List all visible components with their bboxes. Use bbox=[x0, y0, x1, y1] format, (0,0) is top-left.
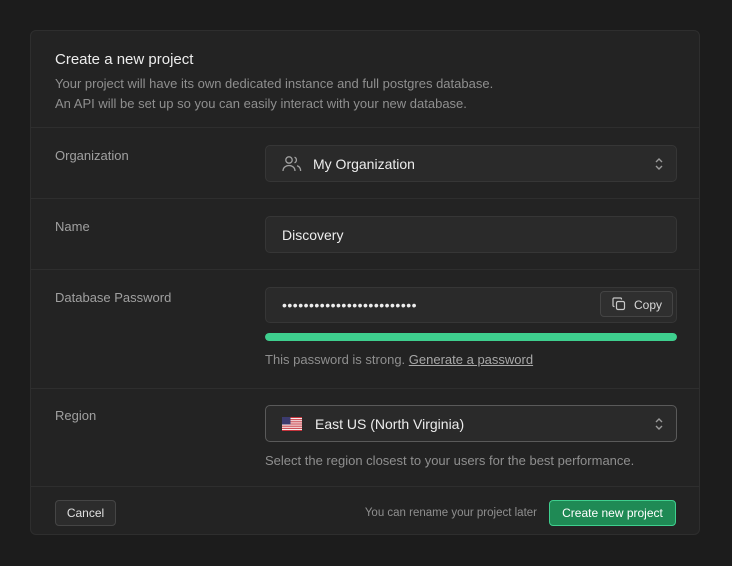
us-flag-icon bbox=[282, 417, 302, 434]
copy-button[interactable]: Copy bbox=[600, 291, 673, 317]
rename-note: You can rename your project later bbox=[364, 507, 537, 519]
organization-row: Organization My Organization bbox=[31, 128, 699, 199]
dialog-footer: Cancel You can rename your project later… bbox=[31, 487, 699, 534]
generate-password-link[interactable]: Generate a password bbox=[409, 352, 533, 367]
password-strength-fill bbox=[265, 333, 677, 341]
chevron-updown-icon bbox=[654, 156, 664, 172]
name-input[interactable]: Discovery bbox=[265, 216, 677, 253]
password-hint: This password is strong. Generate a pass… bbox=[265, 352, 533, 367]
region-hint: Select the region closest to your users … bbox=[265, 453, 635, 468]
region-select[interactable]: East US (North Virginia) bbox=[265, 405, 677, 442]
organization-value: My Organization bbox=[313, 156, 415, 172]
dialog-description-line2: An API will be set up so you can easily … bbox=[55, 96, 467, 111]
copy-label: Copy bbox=[634, 298, 663, 312]
name-value: Discovery bbox=[282, 227, 344, 243]
chevron-updown-icon bbox=[654, 416, 664, 432]
region-label: Region bbox=[55, 408, 97, 423]
name-label: Name bbox=[55, 219, 90, 234]
password-strength-bar bbox=[265, 333, 677, 341]
region-row: Region East US (North Virginia) Select t… bbox=[31, 389, 699, 487]
password-strength-text: This password is strong. bbox=[265, 352, 406, 367]
dialog-description: Your project will have its own dedicated… bbox=[55, 74, 493, 114]
password-row: Database Password ••••••••••••••••••••••… bbox=[31, 270, 699, 389]
dialog-title: Create a new project bbox=[55, 51, 194, 68]
name-row: Name Discovery bbox=[31, 199, 699, 270]
create-project-dialog: Create a new project Your project will h… bbox=[30, 30, 700, 535]
users-icon bbox=[282, 155, 302, 176]
cancel-button[interactable]: Cancel bbox=[55, 500, 116, 526]
password-label: Database Password bbox=[55, 290, 172, 305]
copy-icon bbox=[612, 297, 626, 311]
dialog-description-line1: Your project will have its own dedicated… bbox=[55, 76, 494, 91]
organization-select[interactable]: My Organization bbox=[265, 145, 677, 182]
organization-label: Organization bbox=[55, 148, 129, 163]
password-value: ••••••••••••••••••••••••• bbox=[282, 297, 418, 313]
region-value: East US (North Virginia) bbox=[315, 416, 465, 432]
create-project-button[interactable]: Create new project bbox=[549, 500, 676, 526]
password-input[interactable]: ••••••••••••••••••••••••• Copy bbox=[265, 287, 677, 323]
dialog-header: Create a new project Your project will h… bbox=[31, 31, 699, 128]
